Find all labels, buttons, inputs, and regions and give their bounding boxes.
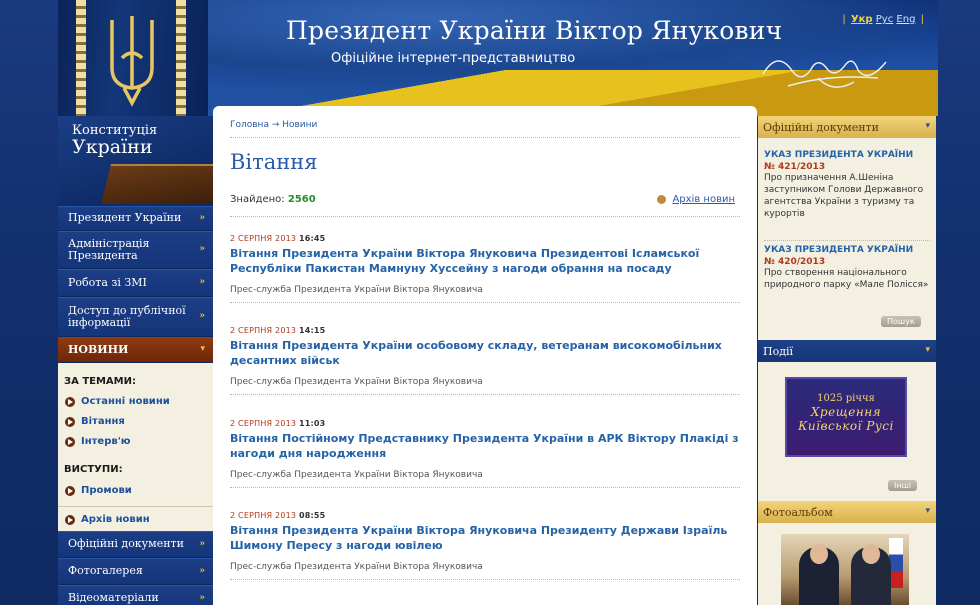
bullet-icon bbox=[65, 485, 75, 496]
chevron-right-icon: » bbox=[199, 212, 205, 223]
trident-icon bbox=[110, 16, 154, 107]
chevron-down-icon: ▾ bbox=[925, 506, 930, 516]
news-title-link[interactable]: Вітання Постійному Представнику Президен… bbox=[230, 432, 740, 462]
bullet-icon bbox=[65, 514, 75, 525]
news-item: 2 СЕРПНЯ 2013 08:55 Вітання Президента У… bbox=[230, 511, 740, 580]
news-source: Прес-служба Президента України Віктора Я… bbox=[230, 376, 483, 387]
nav-item-official-docs[interactable]: Офіційні документи» bbox=[58, 531, 213, 558]
chevron-down-icon: ▾ bbox=[925, 345, 930, 355]
topic-greetings-link[interactable]: Вітання bbox=[65, 416, 125, 427]
doc-description: Про створення національного природного п… bbox=[764, 267, 929, 290]
news-source: Прес-служба Президента України Віктора Я… bbox=[230, 561, 483, 572]
news-title-link[interactable]: Вітання Президента України Віктора Януко… bbox=[230, 247, 740, 277]
book-icon bbox=[101, 164, 213, 204]
site-header: Президент України Віктор Янукович Офіцій… bbox=[58, 0, 938, 116]
found-count: Знайдено: 2560 bbox=[230, 194, 316, 205]
news-item: 2 СЕРПНЯ 2013 14:15 Вітання Президента У… bbox=[230, 326, 740, 395]
main-content: Головна → Новини Вітання Знайдено: 2560 … bbox=[213, 106, 757, 605]
divider bbox=[230, 393, 740, 395]
page-title: Вітання bbox=[230, 150, 318, 174]
baptism-anniversary-banner[interactable]: 1025 річчя Хрещення Київської Русі bbox=[785, 377, 907, 457]
doc-number: № 421/2013 bbox=[764, 161, 826, 172]
events-heading[interactable]: Події ▾ bbox=[758, 340, 936, 362]
found-count-value: 2560 bbox=[287, 194, 316, 205]
language-switcher: | Укр Рус Eng | bbox=[842, 14, 924, 25]
site-subtitle: Офіційне інтернет-представництво bbox=[331, 51, 576, 66]
bullet-icon bbox=[65, 416, 75, 427]
site-title: Президент України Віктор Янукович bbox=[286, 16, 783, 45]
divider bbox=[230, 578, 740, 580]
doc-item: УКАЗ ПРЕЗИДЕНТА УКРАЇНИ № 420/2013 Про с… bbox=[764, 245, 930, 291]
divider bbox=[58, 506, 213, 507]
news-date: 2 СЕРПНЯ 2013 16:45 bbox=[230, 234, 326, 243]
flag-fringe bbox=[76, 0, 86, 116]
nav-item-president[interactable]: Президент України» bbox=[58, 206, 213, 231]
doc-item: УКАЗ ПРЕЗИДЕНТА УКРАЇНИ № 421/2013 Про п… bbox=[764, 150, 930, 220]
flag-banner bbox=[58, 0, 208, 116]
nav-item-photo-gallery[interactable]: Фотогалерея» bbox=[58, 558, 213, 585]
bullet-icon bbox=[65, 436, 75, 447]
search-button[interactable]: Пошук bbox=[881, 316, 921, 327]
nav-item-news[interactable]: НОВИНИ ▾ bbox=[58, 337, 213, 363]
divider bbox=[230, 216, 740, 217]
topics-heading: ЗА ТЕМАМИ: bbox=[64, 376, 136, 387]
right-sidebar: Офіційні документи ▾ УКАЗ ПРЕЗИДЕНТА УКРА… bbox=[758, 116, 936, 605]
constitution-banner[interactable]: Конституція України bbox=[58, 116, 213, 206]
news-source: Прес-служба Президента України Віктора Я… bbox=[230, 469, 483, 480]
photo-album-image[interactable] bbox=[781, 534, 909, 605]
news-item: 2 СЕРПНЯ 2013 11:03 Вітання Постійному П… bbox=[230, 419, 740, 488]
news-date: 2 СЕРПНЯ 2013 11:03 bbox=[230, 419, 326, 428]
news-title-link[interactable]: Вітання Президента України особовому скл… bbox=[230, 339, 740, 369]
nav-item-administration[interactable]: Адміністрація Президента» bbox=[58, 231, 213, 269]
doc-type-link[interactable]: УКАЗ ПРЕЗИДЕНТА УКРАЇНИ bbox=[764, 150, 930, 162]
topic-speeches-link[interactable]: Промови bbox=[65, 485, 132, 496]
nav-item-media[interactable]: Робота зі ЗМІ» bbox=[58, 269, 213, 297]
bullet-icon bbox=[657, 195, 667, 204]
signature-icon bbox=[762, 60, 887, 88]
news-title-link[interactable]: Вітання Президента України Віктора Януко… bbox=[230, 524, 740, 554]
lang-eng-link[interactable]: Eng bbox=[896, 14, 915, 25]
other-events-button[interactable]: Інші bbox=[888, 480, 918, 491]
topic-latest-link[interactable]: Останні новини bbox=[65, 396, 170, 407]
news-date: 2 СЕРПНЯ 2013 14:15 bbox=[230, 326, 326, 335]
divider bbox=[230, 486, 740, 488]
doc-number: № 420/2013 bbox=[764, 256, 826, 267]
chevron-right-icon: » bbox=[199, 565, 205, 576]
archive-link[interactable]: Архів новин bbox=[657, 194, 735, 205]
topic-interviews-link[interactable]: Інтерв'ю bbox=[65, 436, 130, 447]
divider bbox=[230, 301, 740, 303]
lang-rus-link[interactable]: Рус bbox=[876, 14, 893, 25]
nav-item-videos[interactable]: Відеоматеріали» bbox=[58, 585, 213, 605]
nav-item-public-info[interactable]: Доступ до публічної інформації» bbox=[58, 297, 213, 337]
flag-fringe bbox=[176, 0, 186, 116]
news-date: 2 СЕРПНЯ 2013 08:55 bbox=[230, 511, 326, 520]
news-source: Прес-служба Президента України Віктора Я… bbox=[230, 284, 483, 295]
chevron-right-icon: » bbox=[199, 277, 205, 288]
photo-album-heading[interactable]: Фотоальбом ▾ bbox=[758, 501, 936, 523]
official-docs-heading[interactable]: Офіційні документи ▾ bbox=[758, 116, 936, 138]
chevron-down-icon: ▾ bbox=[200, 344, 205, 355]
speeches-heading: ВИСТУПИ: bbox=[64, 464, 123, 475]
news-topics: ЗА ТЕМАМИ: Останні новини Вітання Інтерв… bbox=[58, 363, 213, 531]
news-archive-link[interactable]: Архів новин bbox=[65, 514, 150, 525]
chevron-down-icon: ▾ bbox=[925, 121, 930, 131]
constitution-line2: України bbox=[72, 135, 153, 158]
doc-description: Про призначення А.Шеніна заступником Гол… bbox=[764, 172, 924, 220]
chevron-right-icon: » bbox=[199, 592, 205, 603]
left-sidebar: Конституція України Президент України» А… bbox=[58, 116, 213, 605]
news-item: 2 СЕРПНЯ 2013 16:45 Вітання Президента У… bbox=[230, 234, 740, 303]
divider bbox=[764, 240, 930, 241]
chevron-right-icon: » bbox=[199, 538, 205, 549]
bullet-icon bbox=[65, 396, 75, 407]
chevron-right-icon: » bbox=[199, 244, 205, 255]
chevron-right-icon: » bbox=[199, 311, 205, 322]
lang-ukr-link[interactable]: Укр bbox=[851, 14, 873, 25]
doc-type-link[interactable]: УКАЗ ПРЕЗИДЕНТА УКРАЇНИ bbox=[764, 245, 930, 257]
flag-icon bbox=[889, 538, 903, 588]
breadcrumb[interactable]: Головна → Новини bbox=[230, 120, 317, 130]
divider bbox=[230, 137, 740, 138]
